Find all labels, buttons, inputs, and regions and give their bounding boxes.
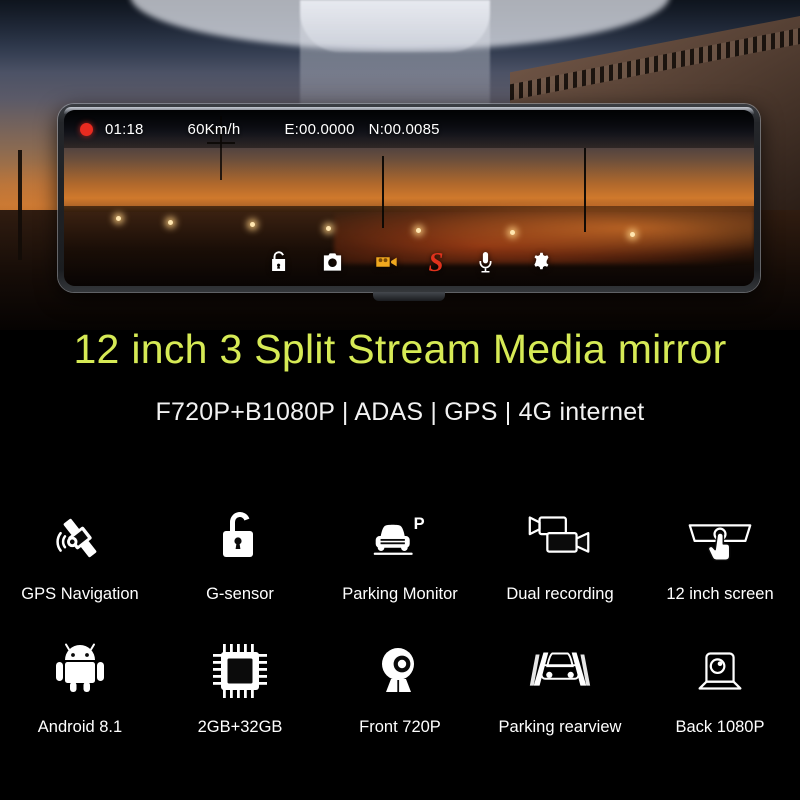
feature-row-2: Android 8.1 2GB+32GB Front 720P Parking … xyxy=(0,638,800,737)
feature-parking-rearview: Parking rearview xyxy=(480,638,640,737)
feature-gps-navigation: GPS Navigation xyxy=(0,505,160,604)
feature-label: G-sensor xyxy=(206,585,274,603)
feature-label: Android 8.1 xyxy=(37,718,123,736)
scene-city-light xyxy=(250,222,255,227)
feature-row-1: GPS Navigation G-sensor P Parking Monito… xyxy=(0,505,800,604)
feature-back-camera: Back 1080P xyxy=(640,638,800,737)
feature-label: Parking rearview xyxy=(498,718,622,736)
svg-text:P: P xyxy=(414,514,425,533)
android-robot-icon xyxy=(51,638,109,704)
recording-indicator-icon xyxy=(80,122,93,136)
feature-label: Front 720P xyxy=(359,718,441,736)
feature-front-camera: Front 720P xyxy=(320,638,480,737)
scene-city-light xyxy=(326,226,331,231)
feature-memory-storage: 2GB+32GB xyxy=(160,638,320,737)
scene-lamp-post xyxy=(382,156,384,228)
camera-icon[interactable] xyxy=(320,250,344,274)
webcam-icon xyxy=(371,638,429,704)
unlock-icon[interactable] xyxy=(266,250,290,274)
speed-readout: 60Km/h xyxy=(187,120,241,138)
rear-camera-icon xyxy=(688,638,752,704)
camcorder-icon[interactable] xyxy=(374,250,398,274)
product-subtitle: F720P+B1080P | ADAS | GPS | 4G internet xyxy=(155,398,645,426)
product-promo-page: 01:18 60Km/h E:00.0000 N:00.0085 S 12 in… xyxy=(0,0,800,800)
scene-lamp-post xyxy=(584,148,586,232)
feature-dual-recording: Dual recording xyxy=(480,505,640,604)
longitude-readout: E:00.0000 xyxy=(284,120,355,138)
feature-g-sensor: G-sensor xyxy=(160,505,320,604)
scene-city-light xyxy=(116,216,121,221)
feature-android-version: Android 8.1 xyxy=(0,638,160,737)
recording-time: 01:18 xyxy=(105,120,144,138)
feature-grid: GPS Navigation G-sensor P Parking Monito… xyxy=(0,505,800,737)
feature-label: 2GB+32GB xyxy=(197,718,283,736)
dual-camcorder-icon xyxy=(522,505,598,571)
touch-mirror-icon xyxy=(680,505,760,571)
gear-icon[interactable] xyxy=(528,250,552,274)
car-guidelines-icon xyxy=(524,638,596,704)
mirror-dashcam-device: 01:18 60Km/h E:00.0000 N:00.0085 S xyxy=(58,104,760,301)
scene-city-light xyxy=(510,230,515,235)
feature-parking-monitor: P Parking Monitor xyxy=(320,505,480,604)
cpu-chip-icon xyxy=(209,638,271,704)
latitude-readout: N:00.0085 xyxy=(368,120,440,138)
scene-city-light xyxy=(168,220,173,225)
status-bar: 01:18 60Km/h E:00.0000 N:00.0085 xyxy=(64,110,754,148)
device-mount-bracket xyxy=(373,292,445,301)
feature-label: Parking Monitor xyxy=(342,585,458,603)
scene-city-light xyxy=(630,232,635,237)
device-screen-live-view[interactable]: 01:18 60Km/h E:00.0000 N:00.0085 S xyxy=(64,110,754,286)
screen-toolbar: S xyxy=(266,249,552,276)
unlock-padlock-icon xyxy=(213,505,267,571)
feature-label: GPS Navigation xyxy=(21,585,139,603)
feature-label: 12 inch screen xyxy=(666,585,774,603)
utility-pole xyxy=(18,150,22,260)
microphone-icon[interactable] xyxy=(474,250,498,274)
satellite-icon xyxy=(49,505,111,571)
scene-city-light xyxy=(416,228,421,233)
feature-label: Back 1080P xyxy=(675,718,765,736)
s-logo-icon[interactable]: S xyxy=(428,249,443,276)
feature-12-inch-screen: 12 inch screen xyxy=(640,505,800,604)
product-headline: 12 inch 3 Split Stream Media mirror xyxy=(73,326,727,372)
parking-car-icon: P xyxy=(365,505,435,571)
feature-label: Dual recording xyxy=(506,585,614,603)
